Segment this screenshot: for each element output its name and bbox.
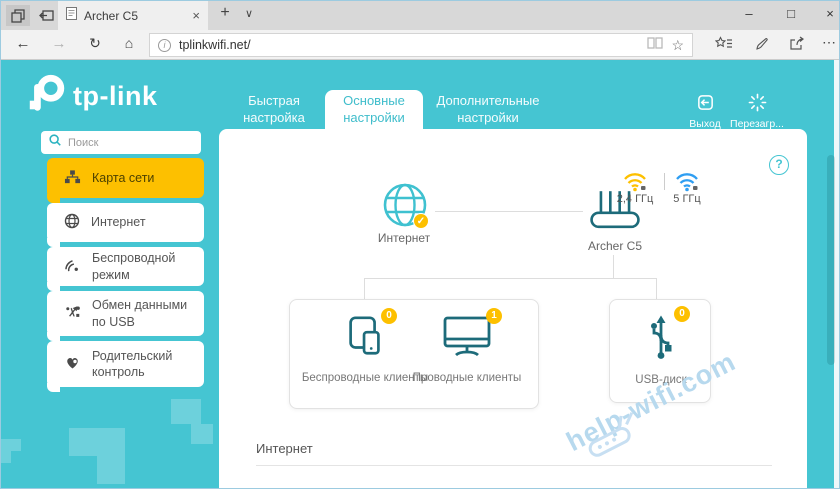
tab-title: Archer C5 <box>84 9 185 23</box>
tab-quick-setup[interactable]: Быстрая настройка <box>225 90 323 129</box>
router-node-label: Archer C5 <box>570 239 660 253</box>
router-admin-page: tp-link Быстрая настройка Основные настр… <box>1 60 839 488</box>
url-field[interactable]: i tplinkwifi.net/ ☆ <box>149 33 693 57</box>
tplink-logo-text: tp-link <box>73 81 158 112</box>
sidebar-item-usb-sharing[interactable]: Обмен данными по USB <box>47 291 204 336</box>
wireless-clients-icon <box>342 346 388 363</box>
usb-disk-icon <box>641 348 681 365</box>
internet-node-label: Интернет <box>359 231 449 245</box>
wired-clients-count-badge: 1 <box>486 308 502 324</box>
tplink-logo-icon <box>25 72 69 121</box>
help-icon[interactable]: ? <box>769 155 789 175</box>
wired-clients-label: Проводные клиенты <box>413 371 522 386</box>
sidebar-item-label: Обмен данными по USB <box>92 297 204 330</box>
sidebar-item-network-map[interactable]: Карта сети <box>47 158 204 198</box>
sidebar-item-label: Интернет <box>91 214 152 230</box>
reboot-icon <box>748 93 767 115</box>
minimize-button[interactable]: – <box>734 6 764 21</box>
sidebar-item-label: Беспроводной режим <box>92 250 204 283</box>
sidebar-item-parental-control[interactable]: Родительский контроль <box>47 341 204 387</box>
internet-section-title: Интернет <box>256 441 313 456</box>
close-button[interactable]: × <box>815 6 840 21</box>
web-note-pen-icon[interactable] <box>749 36 775 56</box>
add-favorite-star-icon[interactable]: ☆ <box>671 37 684 54</box>
map-line <box>656 278 657 300</box>
wifi-24ghz-icon[interactable] <box>623 171 647 193</box>
deco-shape <box>191 424 213 444</box>
deco-shape <box>97 456 125 484</box>
back-button[interactable]: ← <box>11 35 35 52</box>
site-info-icon[interactable]: i <box>158 39 171 52</box>
logout-button[interactable]: Выход <box>677 93 733 130</box>
tab-advanced-settings[interactable]: Дополнительные настройки <box>425 90 551 129</box>
home-button[interactable]: ⌂ <box>117 35 141 51</box>
logout-icon <box>696 93 715 115</box>
network-map-icon <box>64 169 81 188</box>
sidebar-item-label: Родительский контроль <box>92 348 204 381</box>
deco-shape <box>1 451 11 463</box>
browser-address-bar: ← → ↻ ⌂ i tplinkwifi.net/ ☆ ⋯ <box>1 30 839 60</box>
deco-shape <box>1 439 21 451</box>
wired-clients-node[interactable]: 1 Проводные клиенты <box>397 313 537 386</box>
forward-button[interactable]: → <box>47 35 71 52</box>
deco-shape <box>171 399 201 424</box>
url-text[interactable]: tplinkwifi.net/ <box>179 38 639 52</box>
section-divider <box>256 465 772 466</box>
usb-disk-count-badge: 0 <box>674 306 690 322</box>
tab-basic-settings[interactable]: Основные настройки <box>325 90 423 129</box>
parental-control-icon <box>64 355 81 373</box>
search-icon <box>48 133 62 152</box>
search-input[interactable] <box>68 137 178 149</box>
reading-view-icon[interactable] <box>647 36 663 54</box>
tab-favicon-icon <box>66 7 77 25</box>
browser-tab[interactable]: Archer C5 × <box>58 1 208 30</box>
tplink-logo: tp-link <box>25 72 158 121</box>
map-line <box>613 255 614 279</box>
network-map-panel: ? ✓ Интернет Archer C5 2,4 ГГц <box>219 129 807 488</box>
new-tab-button[interactable]: + <box>214 4 236 22</box>
map-line <box>435 211 583 212</box>
sidebar-item-internet[interactable]: Интернет <box>47 203 204 242</box>
band-24ghz-label: 2,4 ГГц <box>611 193 659 205</box>
scrollbar-thumb[interactable] <box>827 155 835 365</box>
wired-clients-icon <box>441 346 493 363</box>
map-line <box>364 278 365 300</box>
sidebar-item-label: Карта сети <box>92 170 160 186</box>
deco-shape <box>69 428 125 456</box>
favorites-hub-icon[interactable] <box>711 36 737 56</box>
usb-icon <box>64 304 81 323</box>
tab-close-icon[interactable]: × <box>192 8 200 23</box>
maximize-button[interactable]: □ <box>776 6 806 21</box>
reboot-button[interactable]: Перезагр... <box>729 93 785 130</box>
sidebar-item-wireless[interactable]: Беспроводной режим <box>47 247 204 286</box>
browser-tab-bar: Archer C5 × + ∨ – □ × <box>1 1 839 30</box>
globe-icon <box>64 213 80 232</box>
clients-card: 0 Беспроводные клиенты 1 Проводные клиен… <box>289 299 539 409</box>
band-separator <box>664 173 665 190</box>
map-line <box>364 278 657 279</box>
tab-list-chevron-icon[interactable]: ∨ <box>239 7 259 20</box>
refresh-button[interactable]: ↻ <box>83 35 107 52</box>
wifi-icon <box>64 258 81 276</box>
internet-status-check-icon: ✓ <box>413 213 429 229</box>
settings-nav-tabs: Быстрая настройка Основные настройки Доп… <box>225 90 551 129</box>
wifi-5ghz-icon[interactable] <box>675 171 699 193</box>
wireless-clients-count-badge: 0 <box>381 308 397 324</box>
sidebar-search[interactable] <box>41 131 201 154</box>
set-tabs-aside-icon[interactable] <box>34 5 58 26</box>
share-icon[interactable] <box>784 36 810 56</box>
browser-window: Archer C5 × + ∨ – □ × ← → ↻ ⌂ i tplinkwi… <box>0 0 840 489</box>
band-5ghz-label: 5 ГГц <box>667 193 707 205</box>
tab-previews-icon[interactable] <box>6 5 30 26</box>
settings-more-icon[interactable]: ⋯ <box>816 34 840 51</box>
